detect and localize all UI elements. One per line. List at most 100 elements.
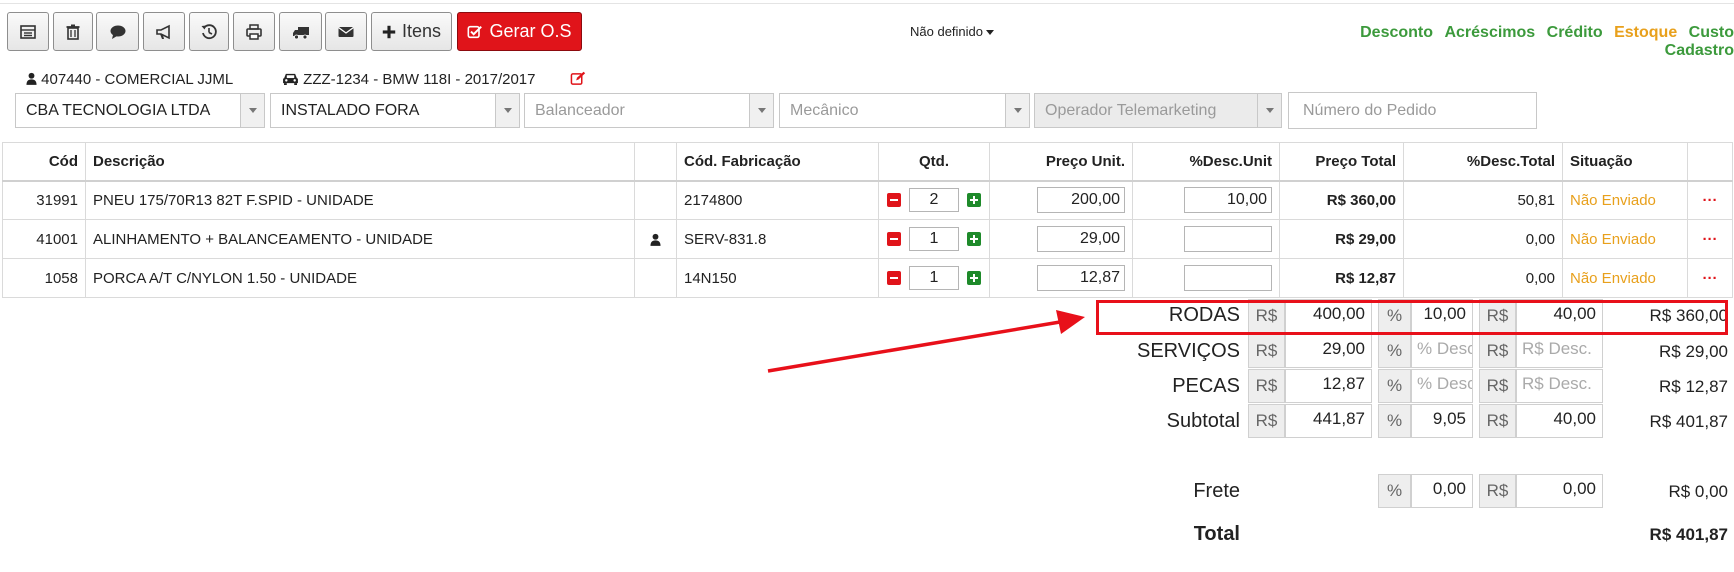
desconto-link[interactable]: Desconto [1360, 24, 1433, 41]
currency-addon: R$ [1248, 369, 1285, 403]
local-select[interactable]: INSTALADO FORA [270, 93, 520, 128]
cell-situacao: Não Enviado [1562, 258, 1688, 298]
subtotal-valor-input[interactable]: 441,87 [1285, 404, 1372, 438]
status-dropdown-value: Não definido [910, 24, 983, 39]
cell-cod-fab: SERV-831.8 [676, 219, 879, 259]
estoque-link[interactable]: Estoque [1614, 24, 1677, 41]
cell-cod-fab: 14N150 [676, 258, 879, 298]
increase-qty-icon[interactable] [967, 232, 981, 246]
frete-label: Frete [1193, 480, 1240, 502]
cadastro-link[interactable]: Cadastro [1665, 42, 1734, 59]
customer-name: 407440 - COMERCIAL JJML [41, 71, 234, 88]
col-cod-fab: Cód. Fabricação [676, 142, 879, 182]
empresa-select[interactable]: CBA TECNOLOGIA LTDA [15, 93, 265, 128]
dropdown-arrow-icon [1005, 94, 1029, 127]
increase-qty-icon[interactable] [967, 193, 981, 208]
comment-icon [110, 25, 125, 39]
pecas-desc-input[interactable]: R$ Desc. [1516, 369, 1603, 403]
grand-total: R$ 401,87 [1649, 525, 1728, 544]
balanceador-placeholder: Balanceador [535, 101, 625, 119]
truck-icon [292, 26, 309, 39]
percent-addon: % [1378, 404, 1411, 438]
frete-pct-input[interactable]: 0,00 [1411, 474, 1473, 508]
row-actions-menu[interactable]: ··· [1687, 180, 1733, 220]
numero-pedido-placeholder: Número do Pedido [1303, 101, 1437, 119]
delete-button[interactable] [53, 12, 93, 51]
trash-icon [66, 24, 80, 40]
announce-button[interactable] [143, 12, 185, 51]
servicos-total: R$ 29,00 [1659, 342, 1728, 361]
row-actions-menu[interactable]: ··· [1687, 219, 1733, 259]
cell-preco-unit: 12,87 [989, 258, 1133, 298]
custo-link[interactable]: Custo [1689, 24, 1734, 41]
increase-qty-icon[interactable] [967, 271, 981, 285]
preco-unit-input[interactable]: 29,00 [1037, 226, 1125, 252]
cell-preco-total: R$ 29,00 [1279, 219, 1404, 259]
qty-input[interactable]: 1 [909, 266, 959, 290]
edit-vehicle-button[interactable] [570, 71, 586, 90]
operador-placeholder: Operador Telemarketing [1045, 101, 1217, 119]
list-icon [20, 24, 36, 39]
servicos-pct-input[interactable]: % Desc. [1411, 334, 1473, 368]
cell-qtd: 1 [878, 258, 990, 298]
servicos-desc-input[interactable]: R$ Desc. [1516, 334, 1603, 368]
subtotal-total: R$ 401,87 [1649, 412, 1728, 431]
cell-desc-unit [1132, 219, 1280, 259]
servicos-label: SERVIÇOS [1137, 340, 1240, 362]
acrescimos-link[interactable]: Acréscimos [1444, 24, 1535, 41]
table-row: 31991 PNEU 175/70R13 82T F.SPID - UNIDAD… [2, 180, 1733, 220]
qty-input[interactable]: 2 [909, 188, 959, 213]
col-icon [634, 142, 677, 182]
itens-button[interactable]: Itens [371, 12, 452, 51]
decrease-qty-icon[interactable] [887, 232, 901, 246]
numero-pedido-input[interactable]: Número do Pedido [1288, 92, 1537, 129]
preco-unit-input[interactable]: 12,87 [1037, 265, 1125, 291]
pecas-valor-input[interactable]: 12,87 [1285, 369, 1372, 403]
col-desc-unit: %Desc.Unit [1132, 142, 1280, 182]
vehicle-info[interactable]: ZZZ-1234 - BMW 118I - 2017/2017 [282, 71, 536, 88]
history-button[interactable] [189, 12, 229, 51]
email-button[interactable] [325, 12, 367, 51]
currency-addon: R$ [1479, 404, 1516, 438]
col-qtd: Qtd. [878, 142, 990, 182]
credito-link[interactable]: Crédito [1547, 24, 1603, 41]
cell-qtd: 2 [878, 180, 990, 220]
user-icon [26, 72, 37, 85]
decrease-qty-icon[interactable] [887, 193, 901, 208]
desc-unit-input[interactable] [1184, 226, 1272, 252]
table-header-row: Cód Descrição Cód. Fabricação Qtd. Preço… [2, 142, 1733, 182]
cell-desc-total: 0,00 [1403, 258, 1563, 298]
decrease-qty-icon[interactable] [887, 271, 901, 285]
preco-unit-input[interactable]: 200,00 [1037, 187, 1125, 214]
qty-input[interactable]: 1 [909, 227, 959, 251]
frete-valor-input[interactable]: 0,00 [1516, 474, 1603, 508]
delivery-button[interactable] [279, 12, 322, 51]
cell-cod: 1058 [2, 258, 86, 298]
gerar-os-button[interactable]: Gerar O.S [457, 12, 582, 51]
cell-cod: 31991 [2, 180, 86, 220]
desc-unit-input[interactable] [1184, 265, 1272, 291]
caret-down-icon [986, 30, 994, 36]
customer-info[interactable]: 407440 - COMERCIAL JJML [26, 71, 233, 88]
servicos-valor-input[interactable]: 29,00 [1285, 334, 1372, 368]
desc-unit-input[interactable]: 10,00 [1184, 187, 1272, 214]
status-dropdown[interactable]: Não definido [910, 24, 994, 39]
mecanico-select[interactable]: Mecânico [779, 93, 1030, 128]
percent-addon: % [1378, 334, 1411, 368]
user-icon[interactable] [650, 233, 661, 246]
currency-addon: R$ [1248, 404, 1285, 438]
annotation-arrow [767, 310, 1085, 373]
table-row: 41001 ALINHAMENTO + BALANCEAMENTO - UNID… [2, 219, 1733, 259]
col-situacao: Situação [1562, 142, 1688, 182]
local-value: INSTALADO FORA [281, 101, 420, 119]
car-icon [283, 73, 298, 85]
comment-button[interactable] [96, 12, 139, 51]
row-actions-menu[interactable]: ··· [1687, 258, 1733, 298]
subtotal-pct-input[interactable]: 9,05 [1411, 404, 1473, 438]
print-button[interactable] [233, 12, 275, 51]
list-button[interactable] [7, 12, 49, 51]
subtotal-desc-input[interactable]: 40,00 [1516, 404, 1603, 438]
cell-preco-unit: 200,00 [989, 180, 1133, 220]
pecas-pct-input[interactable]: % Desc. [1411, 369, 1473, 403]
balanceador-select[interactable]: Balanceador [524, 93, 774, 128]
